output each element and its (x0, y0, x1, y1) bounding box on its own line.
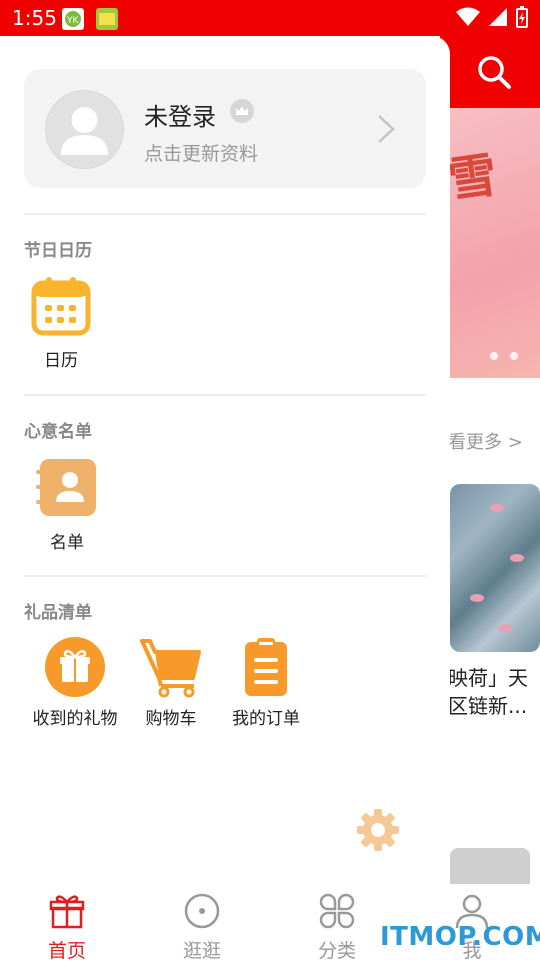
crown-icon (230, 99, 254, 123)
section-title-gifts: 礼品清单 (24, 603, 92, 623)
card-title-line-2: 区链新... (448, 694, 528, 718)
watermark: ITMOP.COM (380, 922, 540, 952)
banner-pagination (490, 352, 518, 360)
settings-gear-icon[interactable] (356, 808, 400, 852)
banner-decoration: 雪 (445, 146, 501, 210)
tab-explore[interactable]: 逛逛 (162, 892, 242, 963)
battery-icon (516, 6, 528, 28)
my-orders-label: 我的订单 (232, 709, 300, 729)
received-gifts-item[interactable]: 收到的礼物 (26, 636, 124, 729)
background-card-title[interactable]: 映荷」天 区链新... (448, 664, 540, 720)
contact-book-icon (36, 459, 96, 516)
tab-category-label: 分类 (317, 940, 356, 962)
divider (24, 213, 426, 215)
cart-icon (140, 639, 201, 698)
grid-icon (319, 893, 355, 929)
profile-card[interactable]: 未登录 点击更新资料 (24, 69, 426, 188)
divider (24, 575, 426, 577)
tab-explore-label: 逛逛 (182, 940, 221, 962)
my-orders-item[interactable]: 我的订单 (228, 636, 304, 729)
order-clipboard-icon (245, 638, 287, 696)
profile-name: 未登录 (144, 103, 216, 131)
contact-list-label: 名单 (50, 533, 84, 553)
compass-icon (184, 893, 220, 929)
see-more-link[interactable]: 看更多 > (448, 428, 523, 454)
app-notification-icon-2 (96, 8, 118, 30)
status-right-icons (456, 6, 528, 28)
wifi-icon (456, 7, 480, 26)
tab-category[interactable]: 分类 (297, 892, 377, 963)
tab-home[interactable]: 首页 (27, 892, 107, 963)
search-icon[interactable] (476, 54, 512, 90)
gift-icon (49, 895, 85, 929)
section-title-wishlist: 心意名单 (24, 422, 92, 442)
svg-text:YK: YK (66, 16, 79, 26)
card-title-line-1: 映荷」天 (448, 666, 528, 690)
divider (24, 394, 426, 396)
profile-subtitle: 点击更新资料 (144, 143, 259, 165)
side-drawer: 未登录 点击更新资料 节日日历 日历 心意名单 名单 礼品清单 收到的礼物 购物… (0, 36, 450, 884)
calendar-icon (31, 277, 91, 336)
background-card-2 (450, 848, 530, 884)
calendar-item[interactable]: 日历 (30, 276, 92, 371)
chevron-right-icon (378, 115, 395, 143)
status-bar: 1:55 YK (0, 0, 540, 36)
app-notification-icon: YK (62, 8, 84, 30)
section-title-calendar: 节日日历 (24, 241, 92, 261)
shopping-cart-item[interactable]: 购物车 (140, 636, 202, 729)
signal-icon (489, 8, 507, 26)
calendar-label: 日历 (44, 351, 78, 371)
contact-list-item[interactable]: 名单 (36, 458, 98, 553)
background-card-image[interactable] (450, 484, 540, 652)
status-time: 1:55 (12, 6, 57, 30)
gift-icon (45, 637, 105, 697)
shopping-cart-label: 购物车 (145, 709, 197, 729)
avatar[interactable] (45, 90, 124, 169)
tab-home-label: 首页 (47, 940, 86, 962)
background-banner[interactable]: 雪 (440, 108, 540, 378)
received-gifts-label: 收到的礼物 (32, 709, 118, 729)
